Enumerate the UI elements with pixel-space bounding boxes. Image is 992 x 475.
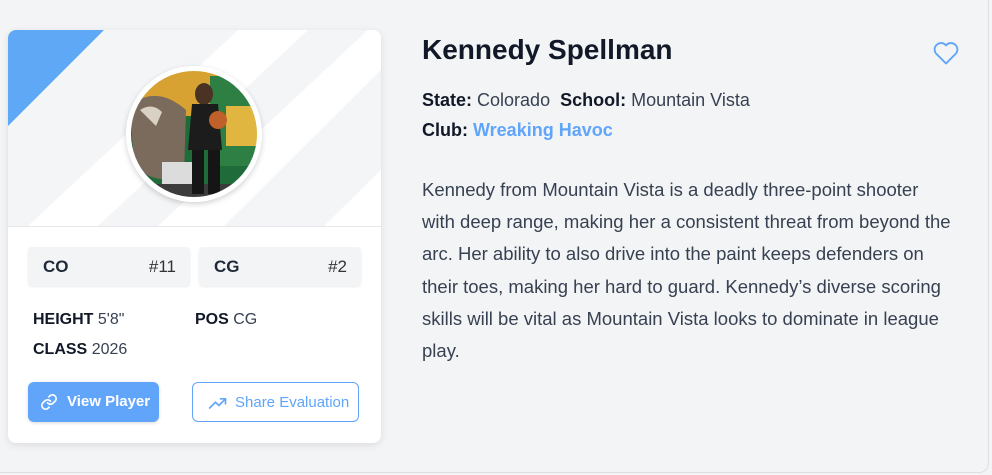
school-value: Mountain Vista xyxy=(631,90,750,110)
state-label: State: xyxy=(422,90,473,110)
stat-label: CO xyxy=(43,257,69,276)
share-evaluation-button[interactable]: Share Evaluation xyxy=(192,382,359,422)
player-bio: Kennedy from Mountain Vista is a deadly … xyxy=(422,179,951,362)
share-evaluation-label: Share Evaluation xyxy=(235,394,350,411)
player-photo xyxy=(126,66,262,202)
card-hero xyxy=(8,30,381,227)
pos-label: POS xyxy=(195,311,229,328)
player-card: CO #11 CG #2 HEIGHT 5'8" POS CG CLASS 20… xyxy=(8,30,381,443)
state-school-line: State: Colorado School: Mountain Vista xyxy=(422,90,750,111)
pos-attr: POS CG xyxy=(195,311,257,329)
class-label: CLASS xyxy=(33,341,88,358)
stat-label: CG xyxy=(214,257,240,276)
view-player-label: View Player xyxy=(67,393,151,410)
height-value: 5'8" xyxy=(97,311,125,328)
pos-value: CG xyxy=(233,311,258,328)
class-value: 2026 xyxy=(91,341,128,358)
height-label: HEIGHT xyxy=(33,311,94,328)
view-player-button[interactable]: View Player xyxy=(28,382,159,422)
stat-value: #11 xyxy=(148,257,176,276)
club-link[interactable]: Wreaking Havoc xyxy=(473,120,613,140)
player-avatar xyxy=(126,66,262,202)
height-attr: HEIGHT 5'8" xyxy=(33,311,124,329)
class-attr: CLASS 2026 xyxy=(33,341,127,359)
state-value: Colorado xyxy=(477,90,551,110)
stat-box-cg: CG #2 xyxy=(199,247,361,286)
heart-outline-icon[interactable] xyxy=(932,40,960,66)
school-label: School: xyxy=(560,90,627,110)
club-line: Club: Wreaking Havoc xyxy=(422,120,613,141)
stat-value: #2 xyxy=(328,257,347,276)
club-label: Club: xyxy=(422,120,468,140)
player-name: Kennedy Spellman xyxy=(422,34,673,65)
trending-up-icon xyxy=(208,398,227,409)
link-icon xyxy=(41,394,57,410)
stat-box-co: CO #11 xyxy=(28,247,190,286)
